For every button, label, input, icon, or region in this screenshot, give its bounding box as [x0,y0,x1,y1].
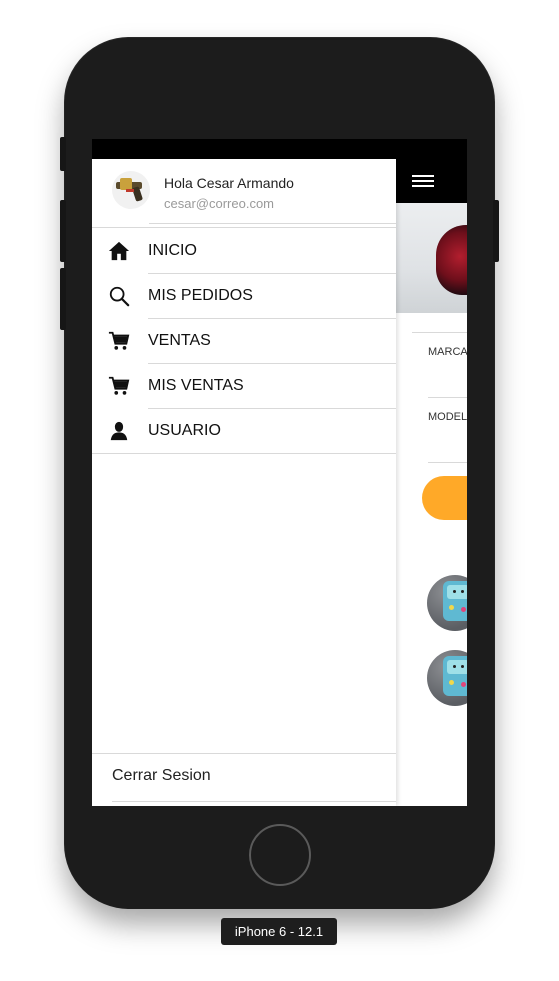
user-email: cesar@correo.com [164,196,275,211]
menu-item-label: MIS VENTAS [148,377,244,394]
user-icon [110,421,128,441]
search-icon [109,286,130,307]
header-divider [149,223,396,224]
menu-item-usuario[interactable]: USUARIO [92,409,396,454]
menu-item-mis-ventas[interactable]: MIS VENTAS [92,364,396,409]
menu-divider [92,227,396,228]
right-content-clip [396,159,467,806]
device-label: iPhone 6 - 12.1 [221,918,337,945]
cart-icon [108,331,130,350]
volume-down-button [60,268,66,330]
menu-item-label: MIS PEDIDOS [148,287,253,304]
menu-item-inicio[interactable]: INICIO [92,229,396,274]
menu-item-label: USUARIO [148,422,221,439]
profile-avatar[interactable] [112,171,150,209]
bmo-avatar [427,650,467,706]
submit-button[interactable] [422,476,467,520]
logout-label: Cerrar Sesion [112,767,211,784]
menu-item-mis-pedidos[interactable]: MIS PEDIDOS [92,274,396,319]
mute-switch [60,137,66,171]
home-button[interactable] [249,824,311,886]
menu-item-ventas[interactable]: VENTAS [92,319,396,364]
user-greeting: Hola Cesar Armando [164,175,294,191]
status-bar [92,139,467,159]
menu-item-label: INICIO [148,242,197,259]
drawer-header: Hola Cesar Armando cesar@correo.com [92,159,396,224]
logout-button[interactable]: Cerrar Sesion [92,754,396,800]
logout-bottom-divider [112,801,396,802]
bmo-avatar [427,575,467,631]
home-icon [108,241,130,261]
volume-up-button [60,200,66,262]
phone-screen: MARCA MODEL Hola Cesar Armando cesar@cor… [92,139,467,806]
navigation-drawer: Hola Cesar Armando cesar@correo.com INIC… [92,159,396,806]
menu-item-label: VENTAS [148,332,211,349]
cart-icon [108,376,130,395]
power-button [493,200,499,262]
